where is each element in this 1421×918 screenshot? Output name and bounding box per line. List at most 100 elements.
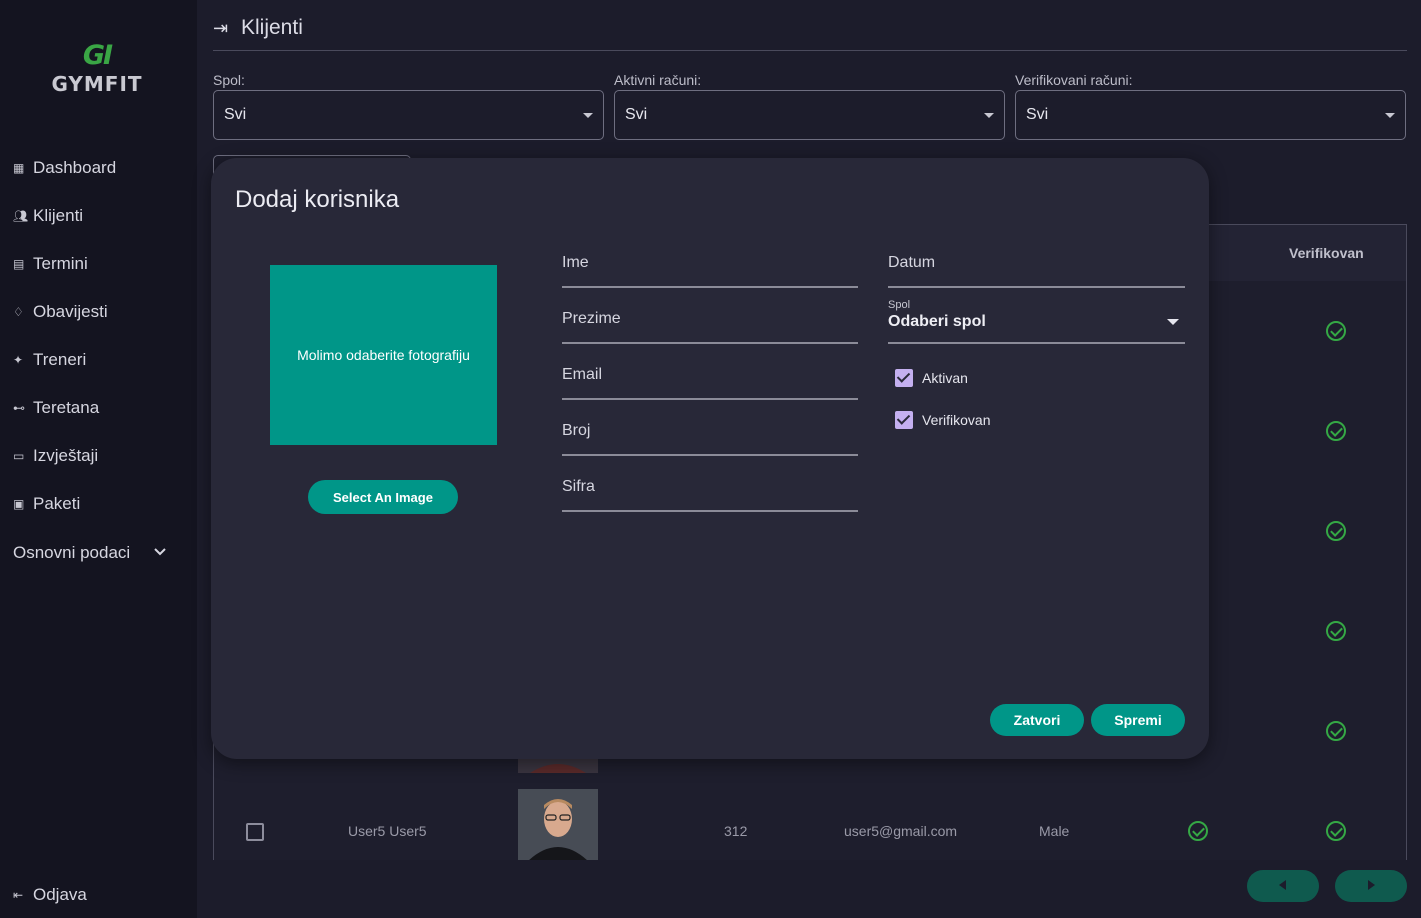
column-header-verified: Verifikovan (1289, 245, 1364, 261)
logout-button[interactable]: ⇤ Odjava (13, 883, 87, 907)
title-divider (213, 50, 1407, 51)
dropdown-caret-icon (984, 112, 994, 118)
previous-page-button[interactable] (1247, 870, 1319, 902)
dropdown-caret-icon (1385, 112, 1395, 118)
sidebar-item-label: Izvještaji (33, 446, 99, 465)
login-icon: ⇥ (213, 17, 229, 38)
filter-label: Spol: (213, 72, 245, 88)
gender-select-label: Spol (888, 299, 911, 311)
sidebar-item-label: Dashboard (33, 158, 117, 177)
sidebar-item-label: Treneri (33, 350, 87, 369)
sidebar-item-termini[interactable]: ▤ Termini (13, 252, 88, 276)
cell-number: 312 (724, 823, 748, 839)
sidebar-item-label: Termini (33, 254, 88, 273)
sidebar-item-treneri[interactable]: ✦ Treneri (13, 348, 86, 372)
chevron-left-icon (1279, 879, 1287, 893)
filter-value: Svi (1026, 106, 1049, 123)
logo-mark: GI (82, 40, 113, 71)
trainer-icon: ✦ (13, 353, 24, 367)
active-check-icon (1188, 821, 1208, 841)
user-photo (518, 789, 598, 860)
sidebar-item-label: Paketi (33, 494, 81, 513)
verified-check-icon (1326, 421, 1346, 441)
email-field[interactable]: Email (562, 354, 858, 400)
bell-icon: ♢ (13, 305, 24, 319)
sidebar-item-teretana[interactable]: ⊷ Teretana (13, 396, 99, 420)
cell-email: user5@gmail.com (844, 823, 958, 839)
field-label: Ime (562, 254, 589, 271)
verified-check-icon (1326, 721, 1346, 741)
sidebar-item-klijenti[interactable]: 👥︎ Klijenti (13, 204, 83, 228)
dashboard-icon: ▦ (13, 161, 25, 175)
logout-label: Odjava (33, 885, 87, 904)
checkbox-checked-icon[interactable] (895, 369, 913, 387)
filter-verifikovani-select[interactable]: Svi (1015, 90, 1406, 140)
filter-value: Svi (625, 106, 648, 123)
filter-aktivni: Aktivni računi: Svi (614, 72, 1005, 140)
page-title: ⇥ Klijenti (213, 16, 303, 40)
sidebar-item-izvjestaji[interactable]: ▭ Izvještaji (13, 444, 98, 468)
sidebar-item-dashboard[interactable]: ▦ Dashboard (13, 156, 116, 180)
chevron-down-icon[interactable] (153, 544, 167, 562)
sidebar-group-label: Osnovni podaci (13, 543, 131, 562)
last-name-field[interactable]: Prezime (562, 298, 858, 344)
dialog-title: Dodaj korisnika (235, 186, 400, 213)
field-label: Sifra (562, 478, 595, 495)
sidebar: GI GYMFIT ▦ Dashboard 👥︎ Klijenti ▤ Term… (0, 0, 197, 918)
sidebar-item-label: Teretana (33, 398, 100, 417)
first-name-field[interactable]: Ime (562, 242, 858, 288)
verified-check-icon (1326, 621, 1346, 641)
dropdown-caret-icon (1167, 319, 1179, 325)
checkbox-label: Verifikovan (922, 412, 991, 428)
sidebar-item-obavijesti[interactable]: ♢ Obavijesti (13, 300, 108, 324)
cell-gender: Male (1039, 823, 1070, 839)
gender-select[interactable]: Spol Odaberi spol (888, 298, 1185, 344)
close-button[interactable]: Zatvori (990, 704, 1084, 736)
gymfit-logo: GI GYMFIT (45, 40, 149, 97)
logout-icon: ⇤ (13, 888, 24, 902)
active-checkbox[interactable]: Aktivan (895, 369, 968, 387)
gender-select-value: Odaberi spol (888, 313, 986, 330)
page-title-text: Klijenti (241, 16, 303, 39)
checkbox-label: Aktivan (922, 370, 968, 386)
next-page-button[interactable] (1335, 870, 1407, 902)
verified-check-icon (1326, 521, 1346, 541)
field-label: Datum (888, 254, 936, 271)
verified-check-icon (1326, 321, 1346, 341)
add-user-dialog: Dodaj korisnika Molimo odaberite fotogra… (211, 158, 1209, 759)
field-label: Email (562, 366, 603, 383)
cell-name: User5 User5 (348, 823, 427, 839)
dropdown-caret-icon (583, 112, 593, 118)
verified-check-icon (1326, 821, 1346, 841)
date-field[interactable]: Datum (888, 242, 1185, 288)
filter-spol: Spol: Svi (213, 72, 604, 140)
chevron-right-icon (1367, 879, 1375, 893)
select-image-button[interactable]: Select An Image (308, 480, 458, 514)
checkbox-checked-icon[interactable] (895, 411, 913, 429)
save-button[interactable]: Spremi (1091, 704, 1185, 736)
photo-placeholder[interactable]: Molimo odaberite fotografiju (270, 265, 497, 445)
report-icon: ▭ (13, 449, 25, 463)
filter-value: Svi (224, 106, 247, 123)
dumbbell-icon: ⊷ (13, 401, 25, 415)
phone-field[interactable]: Broj (562, 410, 858, 456)
calendar-icon: ▤ (13, 257, 25, 271)
logo-name: GYMFIT (51, 72, 143, 96)
photo-placeholder-text: Molimo odaberite fotografiju (297, 347, 470, 363)
sidebar-item-label: Obavijesti (33, 302, 108, 321)
sidebar-item-paketi[interactable]: ▣ Paketi (13, 492, 80, 516)
sidebar-item-label: Klijenti (33, 206, 84, 225)
field-label: Broj (562, 422, 591, 439)
filter-verifikovani: Verifikovani računi: Svi (1015, 72, 1406, 140)
users-icon: 👥︎ (13, 209, 29, 223)
package-icon: ▣ (13, 497, 25, 511)
password-field[interactable]: Sifra (562, 466, 858, 512)
filter-label: Verifikovani računi: (1015, 72, 1133, 88)
field-label: Prezime (562, 310, 621, 327)
row-checkbox[interactable] (246, 823, 264, 841)
verified-checkbox[interactable]: Verifikovan (895, 411, 990, 429)
filter-spol-select[interactable]: Svi (213, 90, 604, 140)
filter-aktivni-select[interactable]: Svi (614, 90, 1005, 140)
sidebar-group-osnovni-podaci[interactable]: Osnovni podaci (13, 541, 130, 565)
filter-label: Aktivni računi: (614, 72, 702, 88)
